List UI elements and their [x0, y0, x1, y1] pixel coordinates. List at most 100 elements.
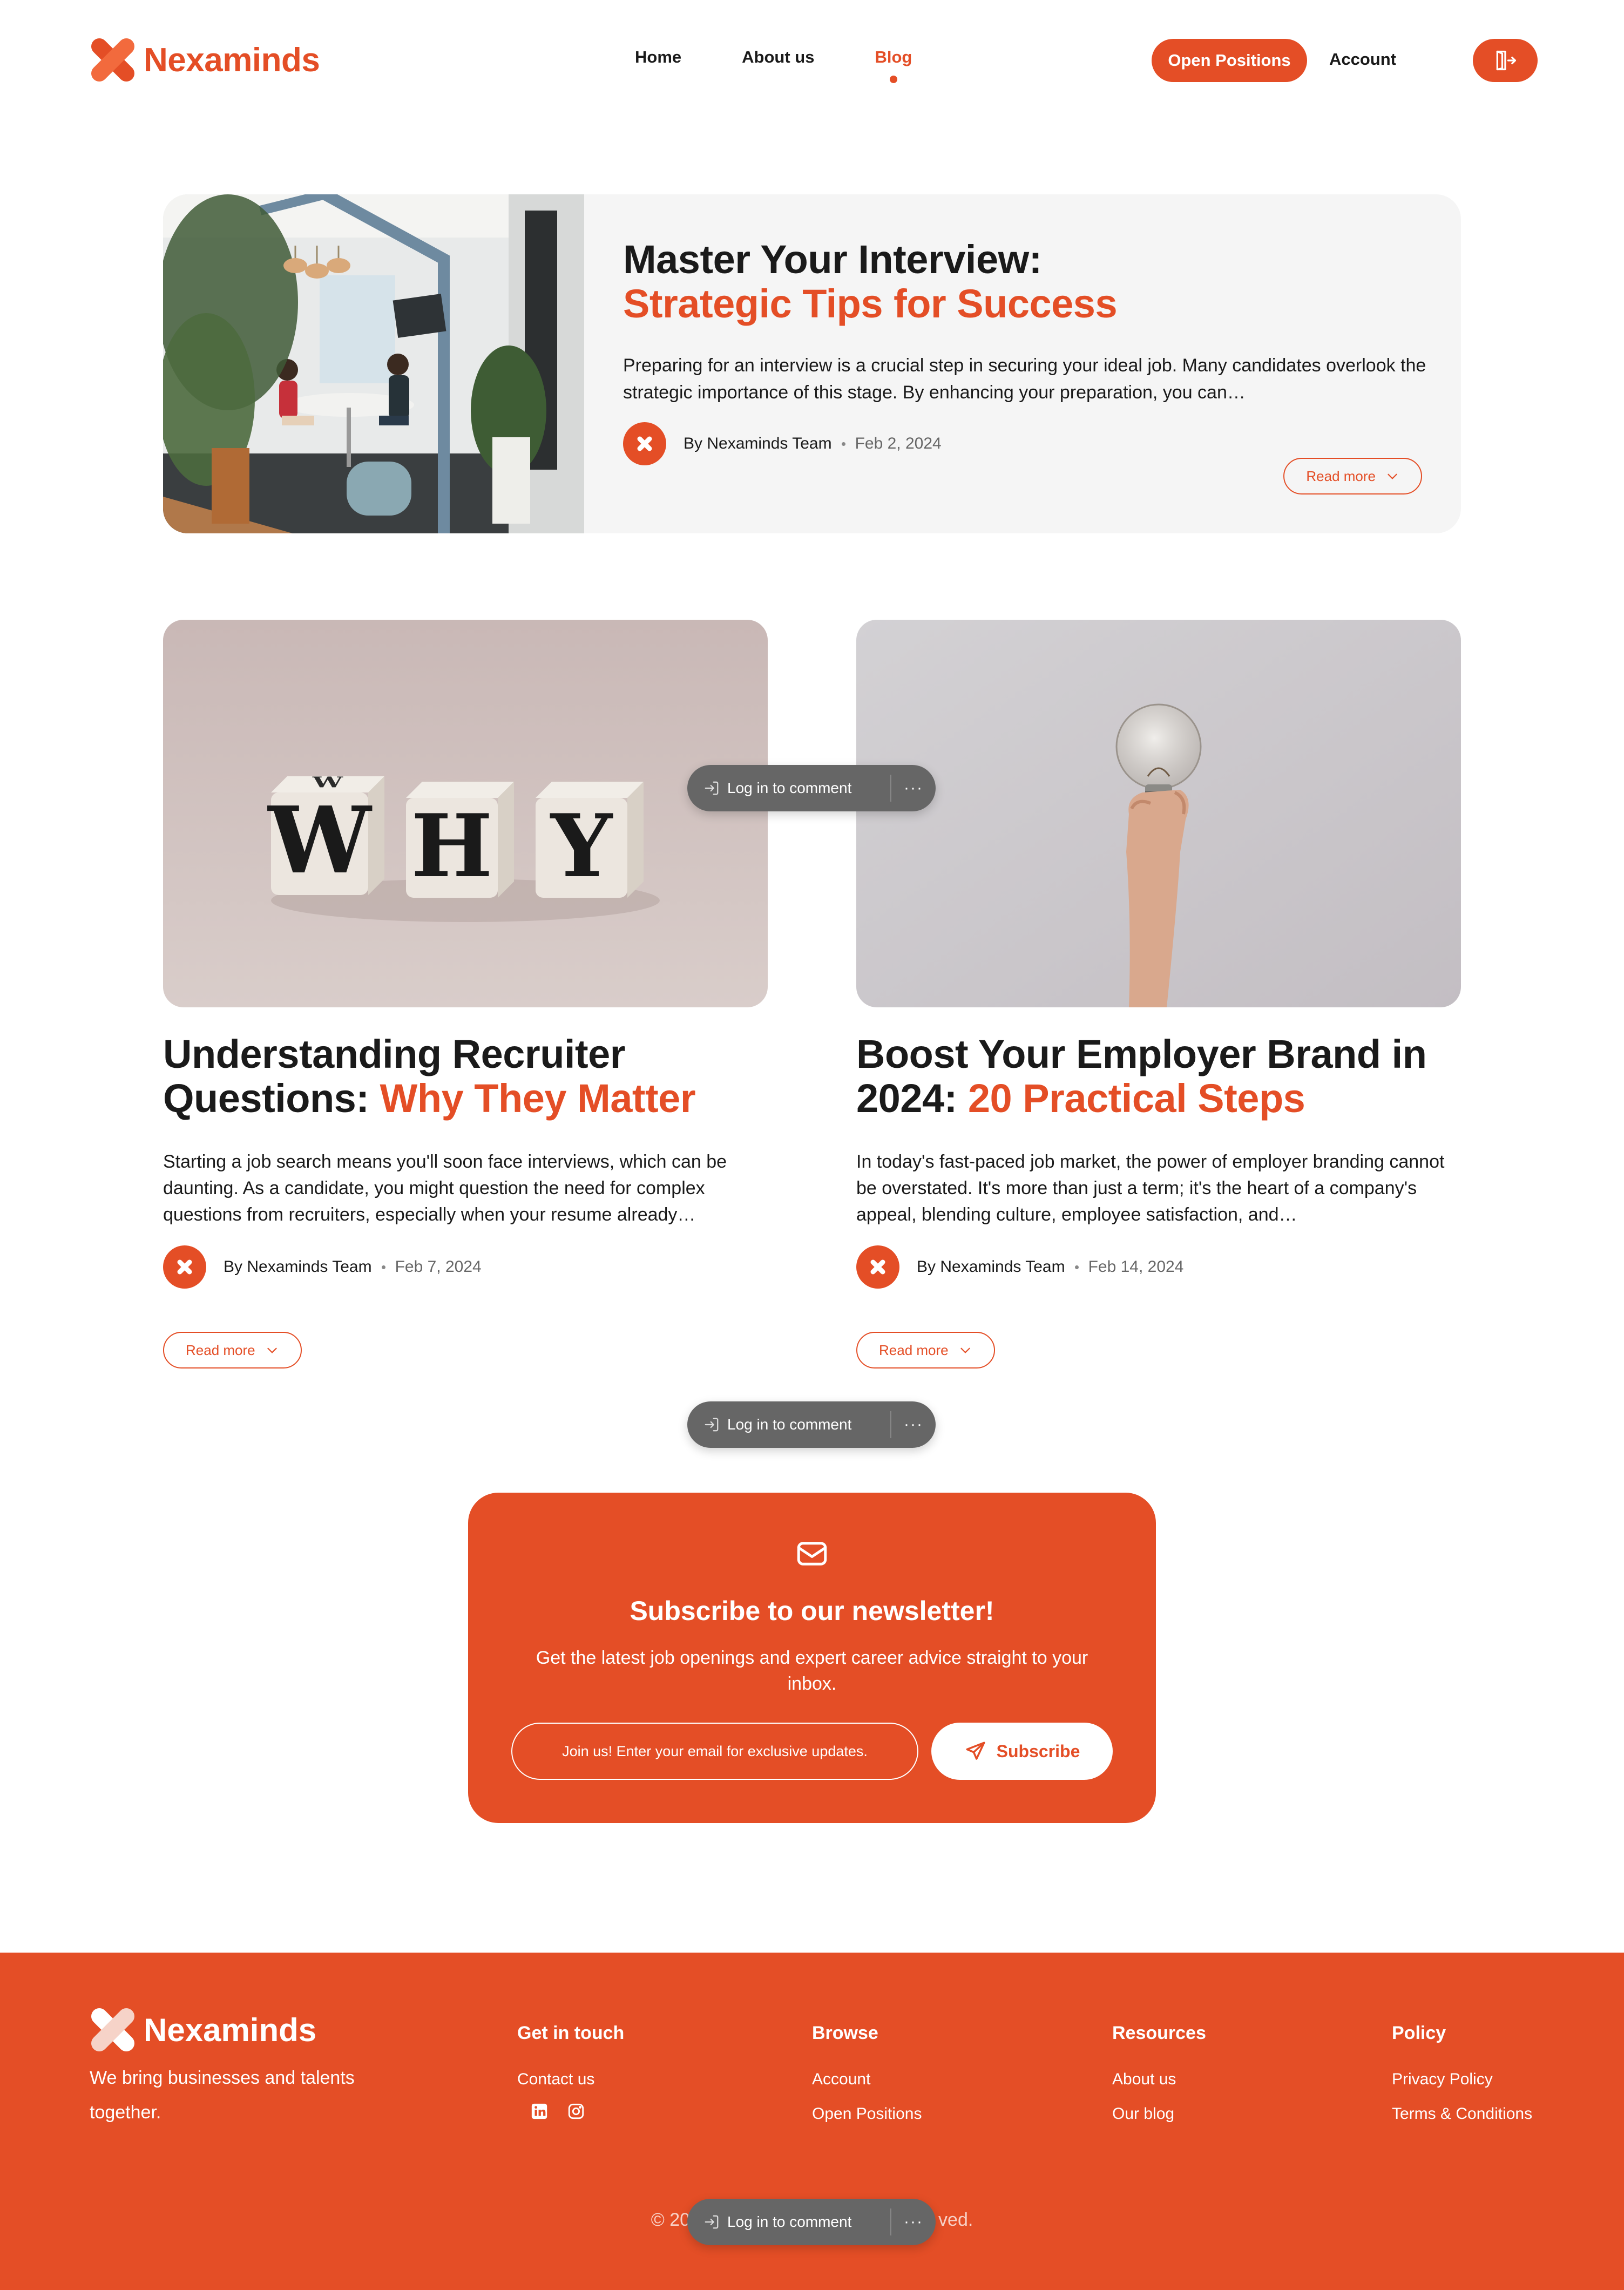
svg-text:W: W: [312, 774, 343, 791]
read-more-button[interactable]: Read more: [856, 1332, 995, 1368]
post-image-lightbulb: [856, 620, 1461, 1007]
featured-title-line2: Strategic Tips for Success: [623, 281, 1118, 326]
site-header: Nexaminds Home About us Blog Open Positi…: [0, 0, 1624, 119]
featured-post-excerpt: Preparing for an interview is a crucial …: [623, 355, 1426, 403]
post-title[interactable]: Understanding Recruiter Questions: Why T…: [163, 1032, 768, 1121]
read-more-button[interactable]: Read more: [1283, 458, 1422, 494]
post-excerpt: In today's fast-paced job market, the po…: [856, 1151, 1445, 1225]
nav-about-us[interactable]: About us: [742, 48, 814, 67]
footer-link-privacy-policy[interactable]: Privacy Policy: [1392, 2062, 1532, 2097]
instagram-icon[interactable]: [567, 2102, 585, 2120]
author-avatar: [856, 1245, 899, 1289]
featured-post-title[interactable]: Master Your Interview: Strategic Tips fo…: [623, 238, 1433, 326]
login-to-comment-label: Log in to comment: [727, 1416, 852, 1433]
newsletter-email-input[interactable]: [511, 1723, 918, 1780]
chevron-down-icon: [267, 1347, 277, 1353]
mail-icon: [797, 1542, 827, 1566]
post-title[interactable]: Boost Your Employer Brand in 2024: 20 Pr…: [856, 1032, 1461, 1121]
post-author: By Nexaminds Team: [684, 435, 832, 452]
logo-mark-icon: [91, 2008, 134, 2051]
logout-icon: [1496, 50, 1516, 71]
footer-link-open-positions[interactable]: Open Positions: [812, 2097, 922, 2131]
svg-text:W: W: [267, 787, 373, 895]
svg-text:Y: Y: [550, 795, 613, 897]
newsletter-section: Subscribe to our newsletter! Get the lat…: [468, 1493, 1156, 1823]
login-to-comment-label: Log in to comment: [727, 780, 852, 796]
footer-col-title: Policy: [1392, 2023, 1446, 2043]
footer-col-resources: Resources About us Our blog: [1112, 2023, 1206, 2131]
brand-x-icon: [177, 1259, 192, 1275]
featured-title-line1: Master Your Interview:: [623, 237, 1042, 282]
nav-home[interactable]: Home: [635, 48, 681, 67]
post-date: Feb 2, 2024: [855, 435, 942, 452]
chevron-down-icon: [960, 1347, 970, 1353]
login-to-comment-label: Log in to comment: [727, 2213, 852, 2230]
post-excerpt: Starting a job search means you'll soon …: [163, 1151, 727, 1225]
login-icon: [703, 780, 720, 796]
read-more-label: Read more: [879, 1342, 949, 1358]
footer-link-our-blog[interactable]: Our blog: [1112, 2097, 1206, 2131]
logout-button[interactable]: [1473, 39, 1538, 82]
brand-x-icon: [870, 1259, 885, 1275]
logo-mark-icon: [91, 38, 134, 82]
subscribe-label: Subscribe: [996, 1741, 1080, 1761]
post-title-accent: Why They Matter: [380, 1076, 696, 1121]
post-meta: By Nexaminds Team Feb 7, 2024: [163, 1245, 768, 1289]
post-author: By Nexaminds Team: [224, 1258, 372, 1276]
footer-tagline: We bring businesses and talents together…: [90, 2068, 355, 2123]
post-card[interactable]: Boost Your Employer Brand in 2024: 20 Pr…: [856, 620, 1461, 1368]
brand-x-icon: [637, 436, 652, 451]
footer-col-get-in-touch: Get in touch Contact us: [517, 2023, 624, 2120]
newsletter-subtitle: Get the latest job openings and expert c…: [536, 1648, 1088, 1694]
login-to-comment-pill[interactable]: Log in to comment ···: [687, 2199, 936, 2245]
featured-post-card[interactable]: Master Your Interview: Strategic Tips fo…: [163, 194, 1461, 533]
footer-link-account[interactable]: Account: [812, 2062, 922, 2097]
meta-separator: [381, 1265, 385, 1269]
footer-col-title: Resources: [1112, 2023, 1206, 2043]
linkedin-icon[interactable]: [530, 2102, 549, 2120]
post-date: Feb 7, 2024: [395, 1258, 482, 1276]
footer-col-title: Browse: [812, 2023, 878, 2043]
footer-link-terms[interactable]: Terms & Conditions: [1392, 2097, 1532, 2131]
more-options-icon[interactable]: ···: [891, 2213, 936, 2231]
login-to-comment-pill[interactable]: Log in to comment ···: [687, 765, 936, 811]
nav-blog[interactable]: Blog: [875, 48, 912, 83]
brand-name: Nexaminds: [144, 41, 320, 79]
brand-logo[interactable]: Nexaminds: [90, 37, 320, 83]
more-options-icon[interactable]: ···: [891, 779, 936, 797]
account-link[interactable]: Account: [1329, 50, 1396, 69]
login-icon: [703, 1417, 720, 1433]
featured-post-image: [163, 194, 584, 533]
post-card[interactable]: W W H Y Understanding Recruiter Question…: [163, 620, 768, 1368]
post-meta: By Nexaminds Team Feb 14, 2024: [856, 1245, 1461, 1289]
post-author: By Nexaminds Team: [917, 1258, 1065, 1276]
featured-post-body: Master Your Interview: Strategic Tips fo…: [623, 238, 1433, 465]
subscribe-button[interactable]: Subscribe: [931, 1723, 1113, 1780]
login-to-comment-pill[interactable]: Log in to comment ···: [687, 1401, 936, 1448]
send-icon: [966, 1742, 985, 1760]
read-more-label: Read more: [186, 1342, 255, 1358]
author-avatar: [163, 1245, 206, 1289]
login-icon: [703, 2214, 720, 2230]
post-title-accent: 20 Practical Steps: [967, 1076, 1305, 1121]
social-links: [530, 2102, 624, 2120]
author-avatar: [623, 422, 666, 465]
post-date: Feb 14, 2024: [1088, 1258, 1184, 1276]
read-more-button[interactable]: Read more: [163, 1332, 302, 1368]
footer-col-title: Get in touch: [517, 2023, 625, 2043]
read-more-label: Read more: [1306, 468, 1376, 484]
main-nav: Home About us Blog: [635, 48, 912, 83]
post-image-why-blocks: W W H Y: [163, 620, 768, 1007]
open-positions-button[interactable]: Open Positions: [1152, 39, 1307, 82]
footer-link-about-us[interactable]: About us: [1112, 2062, 1206, 2097]
more-options-icon[interactable]: ···: [891, 1415, 936, 1434]
copyright-left: © 20: [651, 2210, 691, 2230]
newsletter-title: Subscribe to our newsletter!: [630, 1596, 994, 1626]
footer-link-contact-us[interactable]: Contact us: [517, 2062, 624, 2097]
meta-separator: [1074, 1265, 1079, 1269]
meta-separator: [841, 442, 845, 446]
copyright-right: ved.: [938, 2210, 973, 2230]
footer-logo[interactable]: Nexaminds: [90, 2007, 316, 2053]
footer-brand-name: Nexaminds: [144, 2011, 317, 2048]
svg-text:H: H: [411, 795, 492, 897]
